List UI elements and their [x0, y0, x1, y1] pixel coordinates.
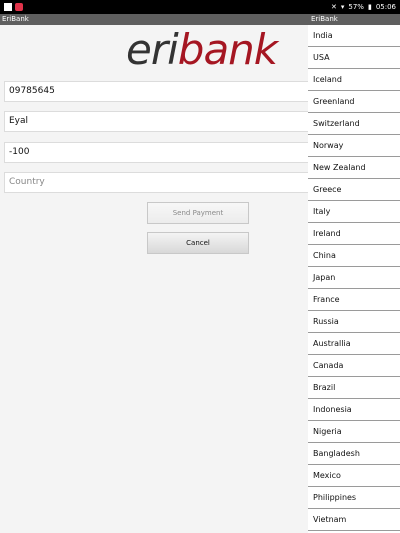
country-item[interactable]: Indonesia: [308, 399, 400, 421]
country-list[interactable]: India USA Iceland Greenland Switzerland …: [308, 25, 400, 533]
red-notification-icon: [15, 3, 23, 11]
drawer-title-bar: EriBank: [308, 14, 400, 25]
amount-field[interactable]: -100: [4, 142, 310, 163]
country-item[interactable]: Canada: [308, 355, 400, 377]
status-bar: ✕ ▾ 57% ▮ 05:06: [0, 0, 400, 14]
country-item[interactable]: Japan: [308, 267, 400, 289]
country-item[interactable]: Switzerland: [308, 113, 400, 135]
app-notification-icon: [4, 3, 12, 11]
send-payment-button[interactable]: Send Payment: [147, 202, 249, 224]
eribank-logo: eribank: [126, 25, 278, 74]
clock: 05:06: [375, 3, 396, 11]
country-item[interactable]: Iceland: [308, 69, 400, 91]
country-item[interactable]: Nigeria: [308, 421, 400, 443]
country-item[interactable]: New Zealand: [308, 157, 400, 179]
country-item[interactable]: Norway: [308, 135, 400, 157]
country-item[interactable]: Italy: [308, 201, 400, 223]
country-item[interactable]: Ireland: [308, 223, 400, 245]
battery-icon: ▮: [367, 3, 372, 11]
country-item[interactable]: Vietnam: [308, 509, 400, 531]
app-title-bar: EriBank: [0, 14, 308, 25]
country-field[interactable]: Country: [4, 172, 310, 193]
country-item[interactable]: Russia: [308, 311, 400, 333]
cancel-button[interactable]: Cancel: [147, 232, 249, 254]
mute-icon: ✕: [331, 3, 337, 11]
country-item[interactable]: China: [308, 245, 400, 267]
country-item[interactable]: Brazil: [308, 377, 400, 399]
name-field[interactable]: Eyal: [4, 111, 310, 132]
country-item[interactable]: Mexico: [308, 465, 400, 487]
country-item[interactable]: Philippines: [308, 487, 400, 509]
battery-percent: 57%: [348, 3, 364, 11]
country-item[interactable]: Greece: [308, 179, 400, 201]
phone-field[interactable]: 09785645: [4, 81, 310, 102]
country-item[interactable]: Australlia: [308, 333, 400, 355]
country-item[interactable]: USA: [308, 47, 400, 69]
country-item[interactable]: France: [308, 289, 400, 311]
country-item[interactable]: Bangladesh: [308, 443, 400, 465]
country-item[interactable]: Greenland: [308, 91, 400, 113]
country-item[interactable]: India: [308, 25, 400, 47]
wifi-icon: ▾: [340, 3, 345, 11]
